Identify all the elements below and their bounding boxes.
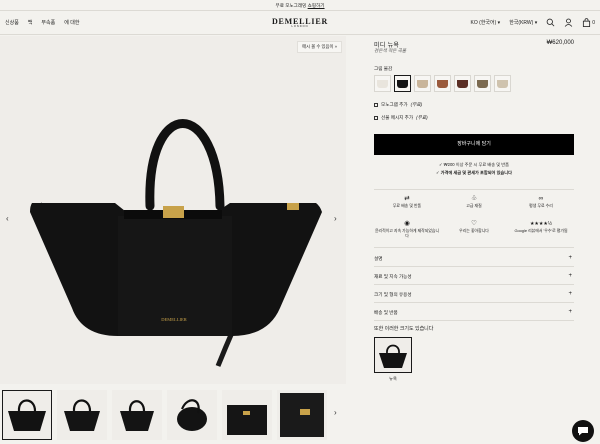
cart-count: 0 bbox=[592, 19, 595, 26]
feature-material: ♧ 고급 재질 bbox=[441, 195, 507, 208]
thumbnail-2[interactable] bbox=[57, 390, 107, 440]
accordion-shipping[interactable]: 배송 및 반품 + bbox=[374, 304, 574, 321]
account-icon[interactable] bbox=[564, 18, 573, 27]
swatch-bag-icon bbox=[377, 79, 388, 88]
monogram-option[interactable]: 모노그램 추가 (무료) bbox=[374, 102, 422, 108]
thumbnail-3[interactable] bbox=[112, 390, 162, 440]
color-swatch-7[interactable] bbox=[494, 75, 511, 92]
region-selector[interactable]: 한국(KRW) ▾ bbox=[509, 19, 537, 26]
search-icon[interactable] bbox=[546, 18, 555, 27]
feature-grid: ⇄ 무료 배송 및 반품 ♧ 고급 재질 ∞ 평생 무료 수리 ◉ 윤리적이고 … bbox=[374, 189, 574, 248]
product-subtitle: 검은색 작은 곡물 bbox=[374, 48, 407, 53]
color-swatch-3[interactable] bbox=[414, 75, 431, 92]
also-available-heading: 또한 이러한 크기도 있습니다 bbox=[374, 326, 434, 332]
cart-icon[interactable]: 0 bbox=[582, 18, 595, 27]
heart-icon: ♡ bbox=[471, 220, 477, 227]
swatch-bag-icon bbox=[477, 79, 488, 88]
chat-button[interactable] bbox=[572, 420, 594, 442]
feature-reviews-label: Google 리뷰에서 '우수'로 평가됨 bbox=[514, 228, 568, 233]
promo-link[interactable]: 쇼핑하기 bbox=[308, 3, 325, 8]
plus-icon: + bbox=[568, 291, 572, 297]
plus-icon: + bbox=[568, 255, 572, 261]
globe-icon: ◉ bbox=[404, 220, 410, 227]
monogram-price: (무료) bbox=[410, 102, 423, 107]
thumbnail-6[interactable] bbox=[277, 390, 327, 440]
top-navigation: 신상품 백 부속품 에 대한 DEMELLIER LONDON KO (한국어)… bbox=[0, 11, 600, 35]
color-swatch-6[interactable] bbox=[474, 75, 491, 92]
accordion-size[interactable]: 크기 및 형의 유용성 + bbox=[374, 286, 574, 303]
bag-logo-stamp: DEMELLIER bbox=[161, 317, 187, 322]
feature-love-label: 우리는 좋아합니다 bbox=[459, 228, 489, 233]
color-swatches bbox=[374, 75, 511, 92]
swatch-bag-icon bbox=[497, 79, 508, 88]
thumbnail-strip: › bbox=[0, 388, 346, 440]
chat-bubble-icon bbox=[578, 427, 588, 436]
size-option-thumbnail[interactable] bbox=[374, 337, 412, 373]
promo-text: 무료 모노그래밍 bbox=[275, 3, 307, 8]
feature-repair: ∞ 평생 무료 수리 bbox=[508, 195, 574, 208]
feature-ethical-label: 윤리적이고 지속 가능하게 제작되었습니다 bbox=[374, 228, 440, 238]
accordion-size-label: 크기 및 형의 유용성 bbox=[374, 292, 412, 297]
plus-icon: + bbox=[568, 273, 572, 279]
monogram-label: 모노그램 추가 bbox=[381, 102, 408, 107]
swatch-bag-icon bbox=[437, 79, 448, 88]
language-selector[interactable]: KO (한국어) ▾ bbox=[471, 19, 501, 26]
accordion-description[interactable]: 설명 + bbox=[374, 250, 574, 267]
feature-shipping-label: 무료 배송 및 반품 bbox=[392, 203, 422, 208]
feature-reviews: ★★★★½ Google 리뷰에서 '우수'로 평가됨 bbox=[508, 220, 574, 233]
feature-shipping: ⇄ 무료 배송 및 반품 bbox=[374, 195, 440, 208]
feature-repair-label: 평생 무료 수리 bbox=[529, 203, 553, 208]
accordion-shipping-label: 배송 및 반품 bbox=[374, 310, 398, 315]
swatch-bag-icon bbox=[397, 79, 408, 88]
thumbnail-1[interactable] bbox=[2, 390, 52, 440]
accordion-materials-label: 재료 및 지속 가능성 bbox=[374, 274, 412, 279]
accordion-materials[interactable]: 재료 및 지속 가능성 + bbox=[374, 268, 574, 285]
language-label: KO (한국어) bbox=[470, 20, 497, 26]
gift-message-price: (무료) bbox=[416, 115, 428, 120]
plus-icon: + bbox=[568, 309, 572, 315]
accordion-description-label: 설명 bbox=[374, 256, 383, 261]
truck-icon: ⇄ bbox=[404, 195, 410, 202]
feature-love: ♡ 우리는 좋아합니다 bbox=[441, 220, 507, 233]
product-gallery: 매시 볼 수 있음이 » ‹ › DEMELLIER bbox=[0, 36, 346, 384]
shipping-note: ✓ ₩200 이상 주문 시 무료 배송 및 반품 bbox=[439, 162, 509, 167]
color-swatch-1[interactable] bbox=[374, 75, 391, 92]
duties-note: ✓ 가격에 세금 및 관세가 포함되어 있습니다 bbox=[436, 170, 512, 175]
thumbnail-4[interactable] bbox=[167, 390, 217, 440]
promo-bar: 무료 모노그래밍 쇼핑하기 bbox=[0, 0, 600, 11]
gift-message-checkbox[interactable] bbox=[374, 116, 378, 120]
swatch-bag-icon bbox=[457, 79, 468, 88]
feature-material-label: 고급 재질 bbox=[466, 203, 482, 208]
product-price: ₩620,000 bbox=[546, 40, 574, 46]
region-label: 한국(KRW) bbox=[509, 20, 534, 26]
feature-ethical: ◉ 윤리적이고 지속 가능하게 제작되었습니다 bbox=[374, 220, 440, 238]
color-label: 그림 물감 bbox=[374, 66, 393, 71]
size-option-label: 뉴욕 bbox=[389, 376, 397, 381]
swatch-bag-icon bbox=[417, 79, 428, 88]
main-product-image: DEMELLIER bbox=[30, 119, 322, 367]
nav-utilities: KO (한국어) ▾ 한국(KRW) ▾ 0 bbox=[471, 18, 595, 27]
color-swatch-4[interactable] bbox=[434, 75, 451, 92]
thumbnail-5[interactable] bbox=[222, 390, 272, 440]
color-swatch-2[interactable] bbox=[394, 75, 411, 92]
gift-message-option[interactable]: 선물 메시지 추가 (무료) bbox=[374, 115, 428, 121]
infinity-icon: ∞ bbox=[538, 195, 544, 202]
gift-message-label: 선물 메시지 추가 bbox=[381, 115, 414, 120]
color-swatch-5[interactable] bbox=[454, 75, 471, 92]
rating-stars-icon: ★★★★½ bbox=[529, 221, 553, 227]
add-to-cart-button[interactable]: 장바구니에 담기 bbox=[374, 134, 574, 155]
thumbnail-next-arrow[interactable]: › bbox=[334, 408, 337, 417]
leather-icon: ♧ bbox=[471, 195, 477, 202]
monogram-checkbox[interactable] bbox=[374, 103, 378, 107]
